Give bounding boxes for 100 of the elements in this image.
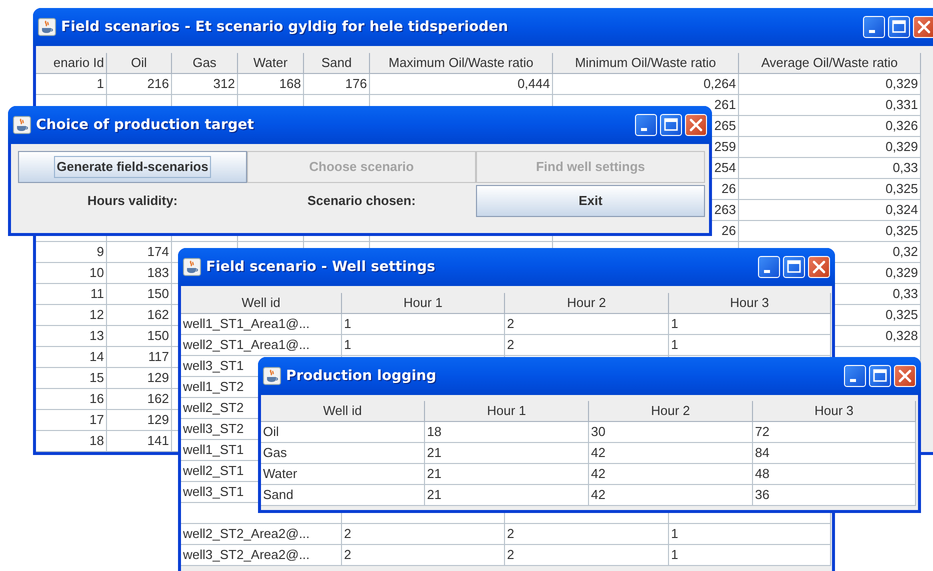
table-cell-text: 117 (148, 348, 169, 366)
table-cell-text: well2_ST2 (183, 399, 244, 418)
table-cell-text: 1 (344, 315, 352, 334)
table-cell-text: 48 (755, 465, 770, 484)
table-cell-text: 18 (427, 423, 442, 442)
table-cell-text: 14 (90, 348, 104, 366)
close-button[interactable] (913, 16, 933, 38)
table-cell-text: 0,325 (885, 222, 918, 240)
table-cell-text: 0,32 (892, 243, 918, 262)
close-button[interactable] (894, 365, 916, 387)
column-header[interactable]: Hour 3 (814, 401, 854, 421)
maximize-button[interactable] (869, 365, 891, 387)
table-cell-text: 1 (344, 336, 352, 354)
table-cell-text: 21 (427, 486, 442, 504)
minimize-button[interactable] (758, 256, 780, 278)
cup-icon (263, 367, 281, 385)
column-header[interactable]: Well id (323, 401, 362, 421)
column-header[interactable]: Hour 2 (566, 293, 606, 313)
close-icon (688, 117, 704, 133)
window-title: Field scenarios - Et scenario gyldig for hele tidsperioden (61, 18, 508, 36)
table-cell-text: 129 (147, 369, 169, 388)
table-cell-text: 2 (344, 525, 352, 544)
table-cell-text: 183 (147, 264, 169, 282)
table-cell-text: 18 (90, 432, 104, 450)
table-cell-text: 21 (427, 465, 442, 484)
window-title: Choice of production target (36, 116, 254, 134)
table-cell-text: 216 (147, 75, 169, 94)
cup-icon (13, 116, 31, 134)
table-cell-text: 0,331 (885, 96, 918, 114)
table-cell-text: 312 (213, 75, 235, 94)
table-cell-text: 9 (96, 243, 104, 262)
table-cell-text: 42 (591, 465, 606, 484)
table-cell-text: 259 (714, 138, 736, 156)
table-cell-text: 1 (671, 315, 678, 334)
maximize-button[interactable] (660, 114, 682, 136)
column-header[interactable]: Maximum Oil/Waste ratio (388, 53, 534, 73)
maximize-button[interactable] (888, 16, 910, 38)
column-header[interactable]: enario Id (53, 53, 104, 73)
table-cell-text: 1 (671, 546, 678, 564)
column-header[interactable]: Gas (192, 53, 216, 73)
close-button[interactable] (808, 256, 830, 278)
table-cell-text: 10 (90, 264, 104, 282)
table-cell-text: 11 (90, 285, 104, 304)
minimize-button[interactable] (863, 16, 885, 38)
maximize-icon (891, 19, 907, 35)
table-cell-text: 254 (714, 159, 736, 178)
close-button[interactable] (685, 114, 707, 136)
column-header[interactable]: Water (253, 53, 288, 73)
table-cell-text: well3_ST2 (183, 420, 244, 438)
table-cell-text: 2 (507, 525, 514, 544)
table-cell-text: well3_ST1 (183, 483, 244, 502)
table-cell-text: 2 (507, 546, 514, 564)
table-cell-text: 1 (96, 75, 104, 94)
minimize-icon (640, 128, 646, 131)
column-header[interactable]: Well id (242, 293, 280, 313)
table-cell-text: 12 (90, 306, 104, 324)
minimize-icon (764, 270, 770, 273)
table-cell-text: 2 (344, 546, 352, 564)
table-cell-text: Sand (263, 486, 294, 504)
column-header[interactable]: Sand (321, 53, 352, 73)
action-button[interactable]: Generate field-scenarios (18, 151, 247, 183)
maximize-icon (786, 259, 802, 275)
cup-icon (183, 258, 201, 276)
table-cell-text: 26 (722, 222, 736, 240)
minimize-button[interactable] (844, 365, 866, 387)
table-cell-text: 84 (755, 444, 770, 462)
table-cell-text: 1 (671, 525, 678, 544)
field-label: Scenario chosen: (307, 192, 416, 210)
table-cell-text: 150 (147, 327, 169, 346)
maximize-button[interactable] (783, 256, 805, 278)
table-cell-text: 176 (345, 75, 367, 94)
column-header[interactable]: Hour 1 (403, 293, 443, 313)
maximize-icon (872, 368, 888, 384)
window-title: Production logging (286, 366, 436, 386)
table-cell-text: well1_ST2 (183, 378, 244, 396)
table-cell-text: 129 (147, 411, 169, 430)
column-header[interactable]: Oil (131, 53, 147, 73)
column-header[interactable]: Average Oil/Waste ratio (761, 53, 898, 73)
table-cell-text: Oil (263, 423, 279, 442)
table-cell-text: Water (263, 465, 298, 484)
table-cell-text: 15 (90, 369, 104, 388)
table-cell-text: 0,324 (885, 201, 918, 220)
column-header[interactable]: Hour 2 (650, 401, 690, 421)
action-button[interactable]: Exit (476, 185, 705, 217)
column-header[interactable]: Hour 3 (730, 293, 770, 313)
table-cell-text: well2_ST1 (183, 462, 244, 480)
column-header[interactable]: Minimum Oil/Waste ratio (574, 53, 716, 73)
table-cell-text: 1 (671, 336, 678, 354)
table-cell-text: 2 (507, 315, 514, 334)
table-cell-text: 0,329 (885, 75, 918, 94)
window-title: Field scenario - Well settings (206, 258, 436, 276)
table-cell-text: 42 (591, 444, 606, 462)
column-header[interactable]: Hour 1 (486, 401, 526, 421)
table-cell-text: 26 (722, 180, 736, 198)
table-cell-text: 150 (147, 285, 169, 304)
table-cell-text: Gas (263, 444, 287, 462)
table-cell-text: 0,33 (892, 285, 918, 304)
table-cell-text: 0,33 (892, 159, 918, 178)
cup-icon (38, 18, 56, 36)
minimize-button[interactable] (635, 114, 657, 136)
